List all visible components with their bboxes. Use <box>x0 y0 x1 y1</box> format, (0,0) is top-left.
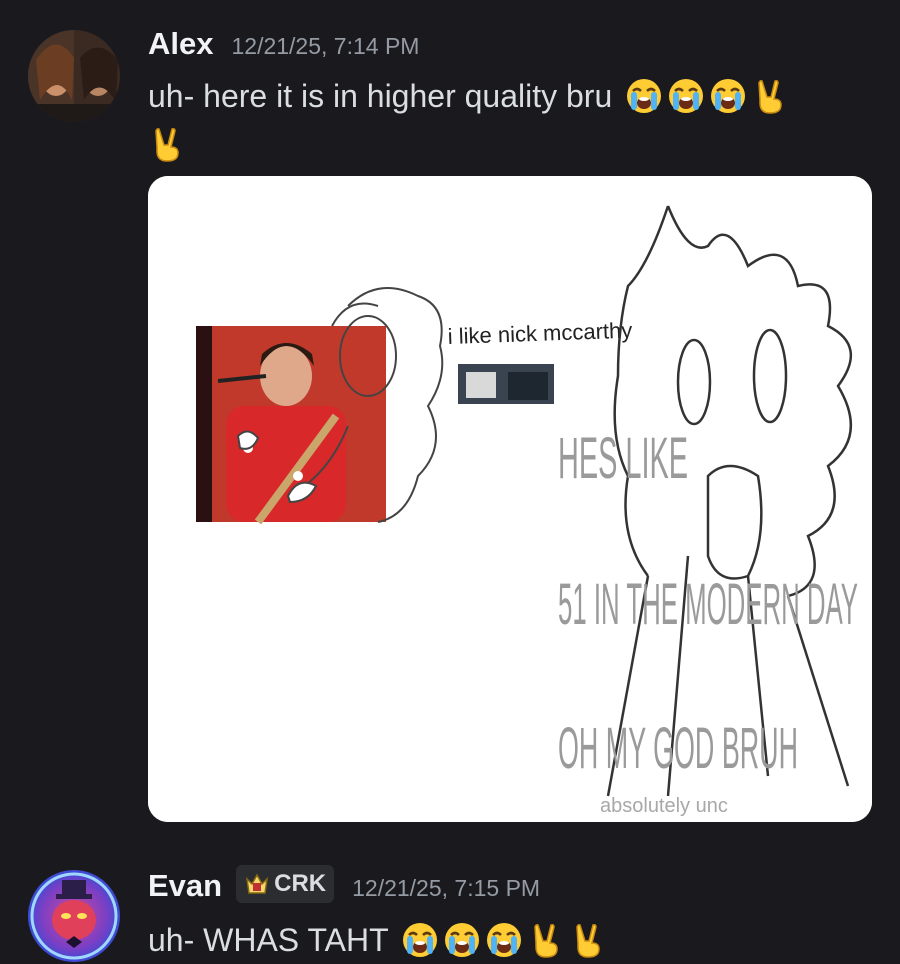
username[interactable]: Alex <box>148 26 213 62</box>
message-alex: Alex 12/21/25, 7:14 PM uh- here it is in… <box>0 0 900 840</box>
message-text: uh- WHAS TAHT <box>148 922 389 958</box>
footer-text: absolutely unc <box>600 795 728 817</box>
loudly-crying-face-icon[interactable] <box>667 77 705 115</box>
loudly-crying-face-icon[interactable] <box>401 921 439 959</box>
victory-hand-icon[interactable] <box>751 77 789 115</box>
username[interactable]: Evan <box>148 868 222 904</box>
avatar[interactable] <box>28 870 120 962</box>
message-header: Alex 12/21/25, 7:14 PM <box>148 26 419 62</box>
chat-log: Alex 12/21/25, 7:14 PM uh- here it is in… <box>0 0 900 964</box>
victory-hand-icon[interactable] <box>527 921 565 959</box>
loudly-crying-face-icon[interactable] <box>485 921 523 959</box>
message-evan: Evan CRK 12/21/25, 7:15 PM uh- WHAS TAHT <box>0 860 900 964</box>
victory-hand-icon[interactable] <box>569 921 607 959</box>
overlay-line-3: OH MY GOD BRUH <box>558 716 798 781</box>
loudly-crying-face-icon[interactable] <box>443 921 481 959</box>
crown-badge-icon <box>246 873 269 894</box>
message-content: uh- WHAS TAHT <box>148 916 870 964</box>
loudly-crying-face-icon[interactable] <box>625 77 663 115</box>
guild-tag-label: CRK <box>274 870 327 897</box>
message-text: uh- here it is in higher quality bru <box>148 78 613 114</box>
overlay-line-2: 51 IN THE MODERN DAY <box>558 572 858 637</box>
message-content: uh- here it is in higher quality bru <box>148 72 870 168</box>
loudly-crying-face-icon[interactable] <box>709 77 747 115</box>
image-attachment[interactable]: i like nick mccarthy HES LIKE 51 IN THE … <box>148 176 872 822</box>
victory-hand-icon[interactable] <box>148 125 186 163</box>
timestamp[interactable]: 12/21/25, 7:15 PM <box>352 875 540 902</box>
avatar[interactable] <box>28 30 120 122</box>
message-header: Evan CRK 12/21/25, 7:15 PM <box>148 865 540 906</box>
overlay-line-1: HES LIKE <box>558 426 688 491</box>
timestamp[interactable]: 12/21/25, 7:14 PM <box>231 33 419 60</box>
guild-tag[interactable]: CRK <box>236 865 335 903</box>
